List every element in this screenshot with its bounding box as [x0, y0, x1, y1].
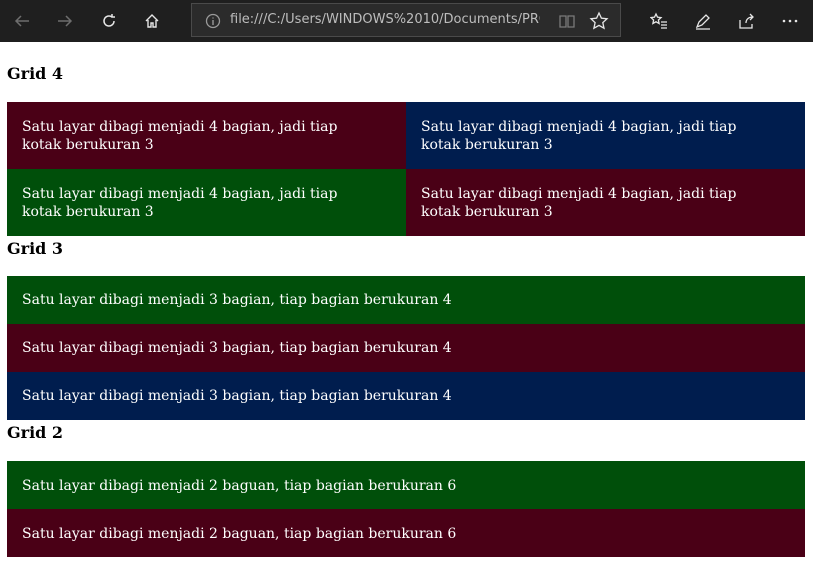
pen-icon[interactable] — [688, 6, 718, 36]
grid-3: Satu layar dibagi menjadi 3 bagian, tiap… — [7, 276, 805, 420]
grid-2-row: Satu layar dibagi menjadi 2 baguan, tiap… — [7, 461, 805, 509]
refresh-icon[interactable] — [94, 6, 124, 36]
info-icon[interactable] — [204, 12, 222, 30]
grid-3-row: Satu layar dibagi menjadi 3 bagian, tiap… — [7, 324, 805, 372]
address-bar[interactable]: file:///C:/Users/WINDOWS%2010/Documents/… — [191, 3, 621, 37]
browser-toolbar: file:///C:/Users/WINDOWS%2010/Documents/… — [0, 0, 813, 42]
home-icon[interactable] — [137, 6, 167, 36]
grid-2-title: Grid 2 — [7, 423, 64, 442]
grid-4-cell: Satu layar dibagi menjadi 4 bagian, jadi… — [406, 169, 805, 236]
grid-3-row: Satu layar dibagi menjadi 3 bagian, tiap… — [7, 276, 805, 324]
grid-4: Satu layar dibagi menjadi 4 bagian, jadi… — [7, 102, 805, 236]
url-text[interactable]: file:///C:/Users/WINDOWS%2010/Documents/… — [230, 12, 540, 30]
share-icon[interactable] — [731, 6, 761, 36]
grid-2: Satu layar dibagi menjadi 2 baguan, tiap… — [7, 461, 805, 557]
back-arrow-icon[interactable] — [7, 6, 37, 36]
star-icon[interactable] — [589, 11, 609, 31]
grid-4-cell: Satu layar dibagi menjadi 4 bagian, jadi… — [7, 102, 406, 169]
more-icon[interactable] — [775, 6, 805, 36]
grid-4-cell: Satu layar dibagi menjadi 4 bagian, jadi… — [7, 169, 406, 236]
grid-4-cell: Satu layar dibagi menjadi 4 bagian, jadi… — [406, 102, 805, 169]
reading-view-icon[interactable] — [558, 12, 576, 30]
forward-arrow-icon[interactable] — [50, 6, 80, 36]
favorites-list-icon[interactable] — [644, 6, 674, 36]
grid-2-row: Satu layar dibagi menjadi 2 baguan, tiap… — [7, 509, 805, 557]
grid-3-title: Grid 3 — [7, 239, 64, 258]
grid-4-title: Grid 4 — [7, 64, 64, 83]
grid-3-row: Satu layar dibagi menjadi 3 bagian, tiap… — [7, 372, 805, 420]
